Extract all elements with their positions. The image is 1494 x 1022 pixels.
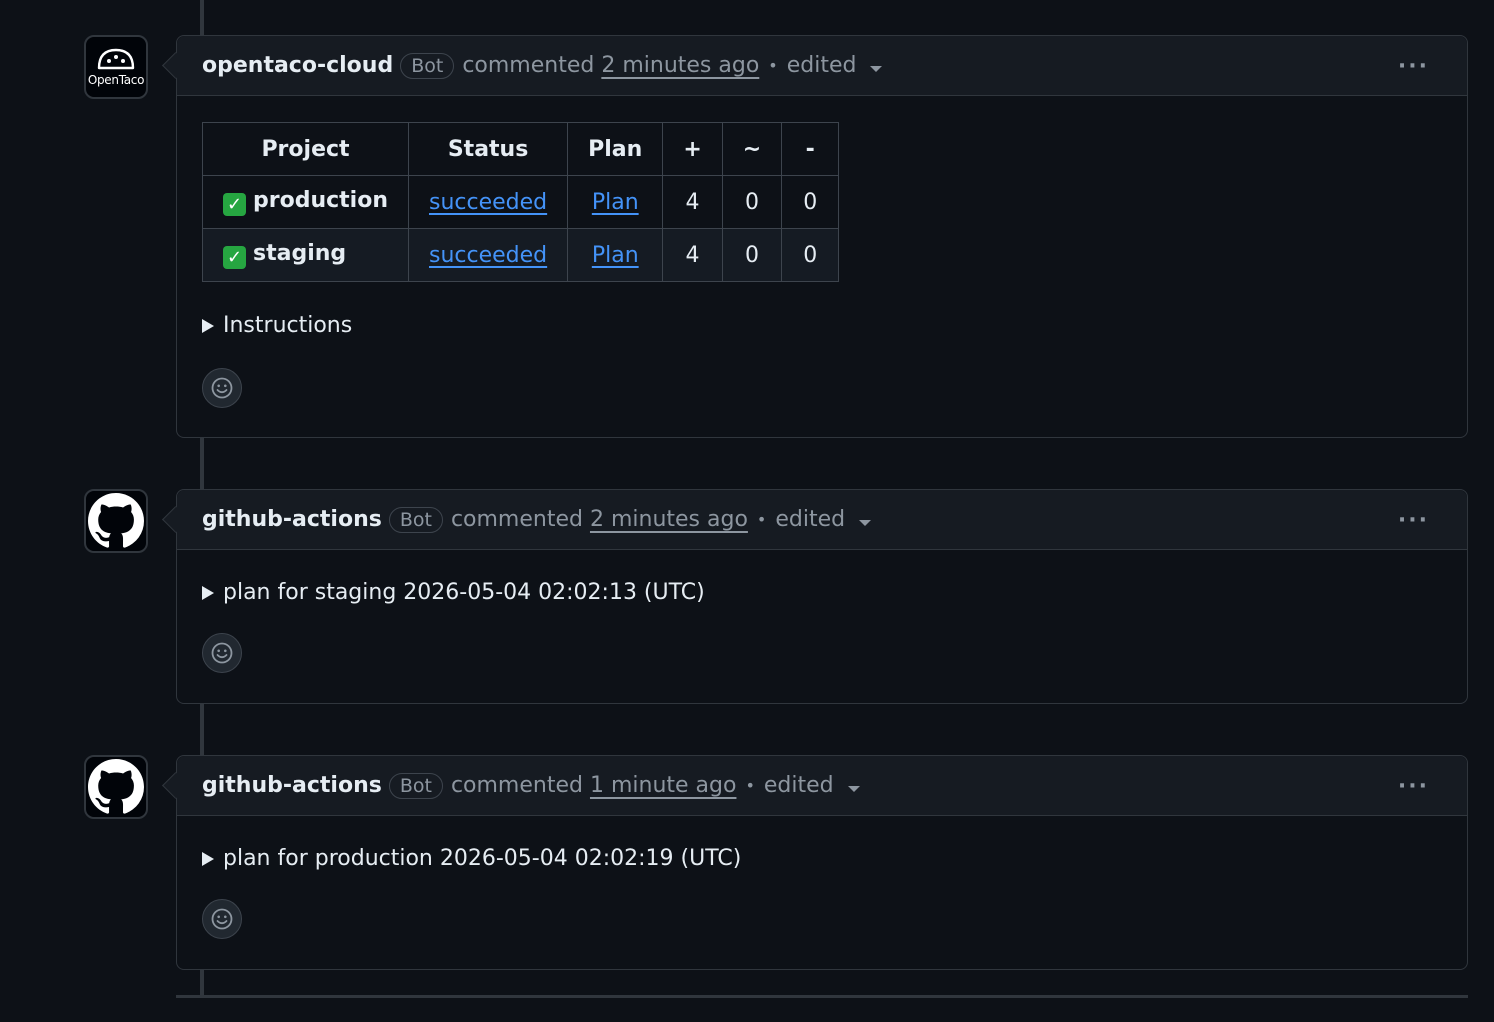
opentaco-logo-icon [97, 48, 135, 70]
column-header-add: + [662, 122, 723, 176]
smiley-icon [211, 908, 233, 930]
chevron-down-icon[interactable] [870, 65, 883, 72]
comment-body: Project Status Plan + ~ - ✓ production su… [177, 96, 1467, 408]
column-header-destroy: - [781, 122, 840, 176]
add-reaction-button[interactable] [202, 899, 242, 939]
plan-link[interactable]: Plan [592, 243, 639, 268]
author-link[interactable]: github-actions [202, 773, 382, 798]
timeline-line [200, 703, 204, 757]
details-toggle[interactable]: Instructions [202, 313, 1442, 338]
timestamp-link[interactable]: 2 minutes ago [601, 53, 759, 78]
smiley-icon [211, 642, 233, 664]
timeline-line [200, 0, 204, 36]
author-link[interactable]: opentaco-cloud [202, 53, 393, 78]
check-mark-icon: ✓ [223, 193, 246, 216]
avatar-label: OpenTaco [87, 73, 145, 87]
bot-badge: Bot [388, 772, 443, 799]
chevron-down-icon[interactable] [847, 785, 860, 792]
status-link[interactable]: succeeded [429, 190, 547, 215]
triangle-right-icon [202, 318, 214, 333]
change-count: 0 [721, 175, 783, 229]
status-link[interactable]: succeeded [429, 243, 547, 268]
triangle-right-icon [202, 851, 214, 866]
avatar[interactable]: OpenTaco [84, 35, 148, 99]
column-header-status: Status [407, 122, 569, 176]
column-header-change: ~ [721, 122, 783, 176]
comment-body: plan for staging 2026-05-04 02:02:13 (UT… [177, 550, 1467, 673]
github-mark-icon [88, 759, 144, 814]
more-options-button[interactable]: ··· [1398, 508, 1429, 533]
comment-header: github-actions Bot commented 1 minute ag… [177, 756, 1467, 816]
comment-box: github-actions Bot commented 2 minutes a… [176, 489, 1468, 704]
github-mark-icon [88, 493, 144, 548]
separator-dot: • [768, 56, 778, 75]
check-mark-icon: ✓ [223, 246, 246, 269]
table-row: ✓ production succeeded Plan 4 0 0 [202, 175, 840, 229]
details-toggle[interactable]: plan for production 2026-05-04 02:02:19 … [202, 846, 1442, 871]
change-count: 0 [721, 228, 783, 282]
more-options-button[interactable]: ··· [1398, 54, 1429, 79]
comment-header: github-actions Bot commented 2 minutes a… [177, 490, 1467, 550]
details-summary: Instructions [223, 313, 353, 338]
details-summary: plan for production 2026-05-04 02:02:19 … [223, 846, 742, 871]
separator-dot: • [756, 510, 767, 529]
status-cell: succeeded [407, 228, 569, 282]
smiley-icon [211, 377, 233, 399]
project-cell: ✓ staging [202, 228, 409, 282]
edited-dropdown[interactable]: edited [764, 773, 834, 798]
edited-dropdown[interactable]: edited [787, 53, 857, 78]
action-text: commented [450, 507, 583, 532]
author-link[interactable]: github-actions [202, 507, 382, 532]
timeline-page: OpenTaco opentaco-cloud Bot commented 2 … [0, 0, 1494, 1022]
add-reaction-button[interactable] [202, 633, 242, 673]
timeline-line [200, 969, 204, 997]
plan-cell: Plan [567, 175, 664, 229]
plan-link[interactable]: Plan [592, 190, 639, 215]
details-summary: plan for staging 2026-05-04 02:02:13 (UT… [223, 580, 705, 605]
chevron-down-icon[interactable] [859, 519, 872, 526]
add-reaction-button[interactable] [202, 368, 242, 408]
separator-dot: • [745, 776, 755, 795]
action-text: commented [462, 53, 595, 78]
bot-badge: Bot [388, 506, 443, 533]
status-cell: succeeded [407, 175, 569, 229]
table-header-row: Project Status Plan + ~ - [202, 122, 840, 176]
avatar[interactable] [84, 755, 148, 819]
details-toggle[interactable]: plan for staging 2026-05-04 02:02:13 (UT… [202, 580, 1442, 605]
triangle-right-icon [202, 585, 214, 600]
bot-badge: Bot [400, 52, 455, 79]
timestamp-link[interactable]: 1 minute ago [590, 773, 736, 798]
comment-box: opentaco-cloud Bot commented 2 minutes a… [176, 35, 1468, 438]
comment-header: opentaco-cloud Bot commented 2 minutes a… [177, 36, 1467, 96]
timeline-end-divider [176, 995, 1468, 998]
add-count: 4 [662, 228, 723, 282]
comment-box: github-actions Bot commented 1 minute ag… [176, 755, 1468, 970]
comment-body: plan for production 2026-05-04 02:02:19 … [177, 816, 1467, 939]
destroy-count: 0 [781, 228, 840, 282]
edited-dropdown[interactable]: edited [775, 507, 845, 532]
project-cell: ✓ production [202, 175, 409, 229]
avatar[interactable] [84, 489, 148, 553]
project-name: staging [253, 241, 347, 266]
more-options-button[interactable]: ··· [1398, 774, 1429, 799]
plan-cell: Plan [567, 228, 664, 282]
column-header-plan: Plan [567, 122, 664, 176]
destroy-count: 0 [781, 175, 840, 229]
timestamp-link[interactable]: 2 minutes ago [590, 507, 748, 532]
add-count: 4 [662, 175, 723, 229]
project-name: production [253, 188, 388, 213]
action-text: commented [450, 773, 583, 798]
table-row: ✓ staging succeeded Plan 4 0 0 [202, 228, 840, 282]
column-header-project: Project [202, 122, 409, 176]
plan-results-table: Project Status Plan + ~ - ✓ production su… [202, 122, 840, 282]
timeline-line [200, 437, 204, 491]
